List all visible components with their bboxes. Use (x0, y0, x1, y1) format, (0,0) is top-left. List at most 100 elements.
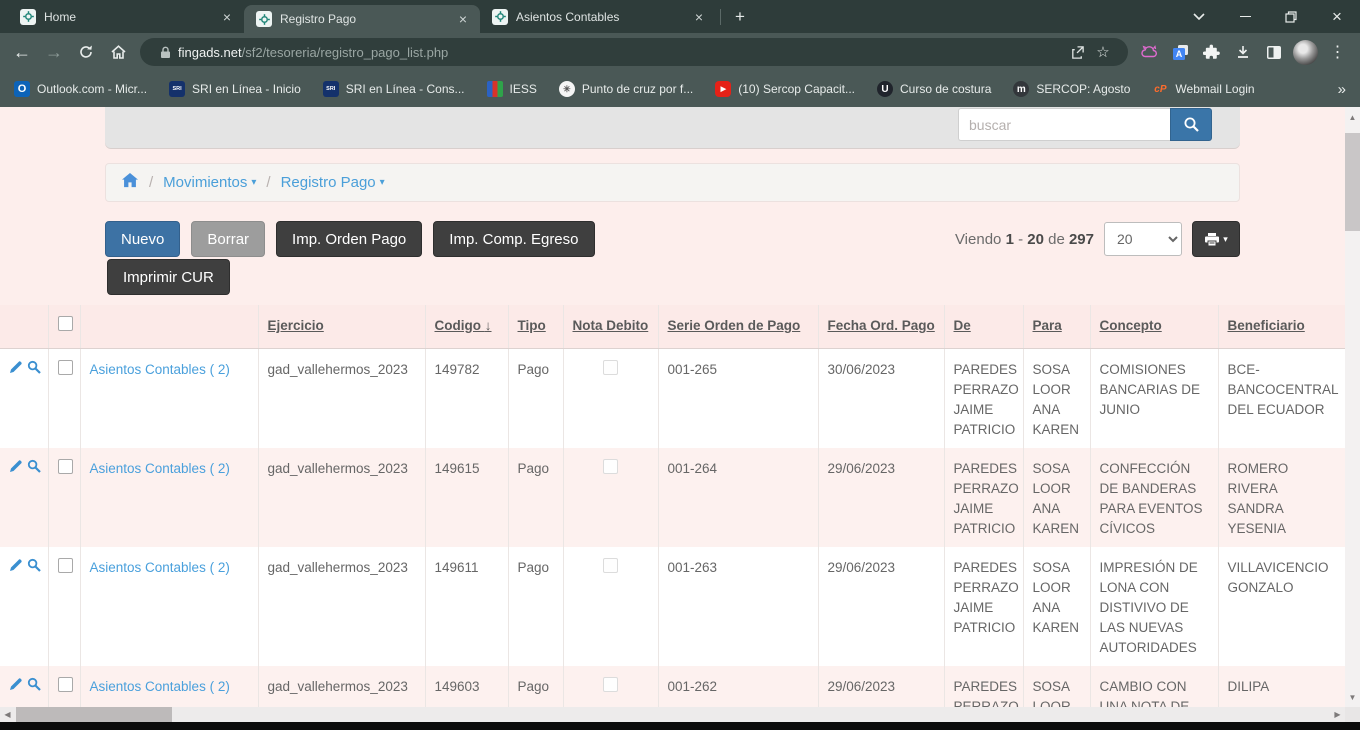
new-tab-button[interactable]: + (725, 7, 755, 27)
bookmark-iess[interactable]: IESS (487, 81, 537, 97)
header-para[interactable]: Para (1023, 305, 1090, 348)
paging-status: Viendo 1 - 20 de 297 (955, 231, 1094, 248)
nuevo-button[interactable]: Nuevo (105, 221, 180, 257)
bookmarks-overflow-icon[interactable]: » (1338, 81, 1346, 98)
back-icon[interactable]: ← (6, 36, 38, 68)
view-icon[interactable] (27, 360, 41, 380)
view-icon[interactable] (27, 677, 41, 697)
asientos-contables-link[interactable]: Asientos Contables ( 2) (90, 362, 230, 377)
header-panel (105, 107, 1240, 148)
bookmark-sercop-youtube[interactable]: ▶(10) Sercop Capacit... (715, 81, 855, 97)
page-size-select[interactable]: 20 (1104, 222, 1182, 256)
bookmark-curso-costura[interactable]: UCurso de costura (877, 81, 991, 97)
borrar-button[interactable]: Borrar (191, 221, 265, 257)
header-beneficiario[interactable]: Beneficiario (1218, 305, 1345, 348)
cell-serie: 001-264 (658, 448, 818, 547)
header-codigo[interactable]: Codigo ↓ (425, 305, 508, 348)
asientos-contables-link[interactable]: Asientos Contables ( 2) (90, 560, 230, 575)
bookmark-label: Curso de costura (900, 82, 991, 96)
horizontal-scrollbar[interactable]: ◀ ▶ (0, 707, 1345, 722)
tab-asientos-contables[interactable]: Asientos Contables × (480, 0, 716, 33)
side-panel-icon[interactable] (1258, 36, 1289, 68)
row-checkbox[interactable] (58, 677, 73, 692)
imp-orden-pago-button[interactable]: Imp. Orden Pago (276, 221, 422, 257)
cell-tipo: Pago (508, 666, 563, 708)
tab-registro-pago[interactable]: Registro Pago × (244, 5, 480, 33)
downloads-icon[interactable] (1227, 36, 1258, 68)
close-window-button[interactable]: × (1314, 0, 1360, 33)
view-icon[interactable] (27, 558, 41, 578)
scroll-right-icon[interactable]: ▶ (1330, 707, 1345, 722)
lock-icon[interactable] (152, 39, 178, 65)
asientos-contables-link[interactable]: Asientos Contables ( 2) (90, 461, 230, 476)
search-group (958, 108, 1212, 141)
tab-search-icon[interactable] (1176, 0, 1222, 33)
header-fecha-ord-pago[interactable]: Fecha Ord. Pago (818, 305, 944, 348)
cell-para: SOSA LOOR (1023, 666, 1090, 708)
extensions-puzzle-icon[interactable] (1196, 36, 1227, 68)
share-icon[interactable] (1064, 39, 1090, 65)
search-input[interactable] (958, 108, 1170, 141)
forward-icon[interactable]: → (38, 36, 70, 68)
print-button[interactable]: ▾ (1192, 221, 1240, 257)
header-ejercicio[interactable]: Ejercicio (258, 305, 425, 348)
bookmark-sri-inicio[interactable]: SRISRI en Línea - Inicio (169, 81, 301, 97)
cell-tipo: Pago (508, 348, 563, 448)
cell-select (48, 348, 80, 448)
edit-icon[interactable] (9, 677, 23, 697)
search-button[interactable] (1170, 108, 1212, 141)
header-nota-debito[interactable]: Nota Debito (563, 305, 658, 348)
home-icon[interactable] (102, 36, 134, 68)
profile-avatar[interactable] (1293, 40, 1318, 65)
bookmark-sercop-agosto[interactable]: mSERCOP: Agosto (1013, 81, 1130, 97)
cell-select (48, 666, 80, 708)
edit-icon[interactable] (9, 459, 23, 479)
header-de[interactable]: De (944, 305, 1023, 348)
cell-de: PAREDES PERRAZO JAIME PATRICIO (944, 448, 1023, 547)
scroll-left-icon[interactable]: ◀ (0, 707, 15, 722)
cell-de: PAREDES PERRAZO JAIME PATRICIO (944, 348, 1023, 448)
minimize-button[interactable] (1222, 0, 1268, 33)
menu-kebab-icon[interactable]: ⋮ (1322, 36, 1353, 68)
bookmark-webmail[interactable]: cPWebmail Login (1152, 81, 1254, 97)
translate-extension-icon[interactable]: A (1165, 36, 1196, 68)
breadcrumb-registro-pago[interactable]: Registro Pago▾ (281, 174, 385, 191)
breadcrumb-movimientos[interactable]: Movimientos▾ (163, 174, 256, 191)
horizontal-scrollbar-thumb[interactable] (16, 707, 172, 722)
edit-icon[interactable] (9, 558, 23, 578)
cell-codigo: 149782 (425, 348, 508, 448)
bookmark-outlook[interactable]: OOutlook.com - Micr... (14, 81, 147, 97)
restore-button[interactable] (1268, 0, 1314, 33)
youtube-icon: ▶ (715, 81, 731, 97)
bookmark-sri-consultas[interactable]: SRISRI en Línea - Cons... (323, 81, 465, 97)
bookmark-star-icon[interactable]: ☆ (1090, 39, 1116, 65)
vertical-scrollbar[interactable]: ▲ ▼ (1345, 107, 1360, 707)
header-serie-orden-pago[interactable]: Serie Orden de Pago (658, 305, 818, 348)
breadcrumb-home-icon[interactable] (122, 173, 139, 192)
tab-home[interactable]: Home × (8, 0, 244, 33)
row-checkbox[interactable] (58, 360, 73, 375)
vertical-scrollbar-thumb[interactable] (1345, 133, 1360, 231)
view-icon[interactable] (27, 459, 41, 479)
tab-close-icon[interactable]: × (692, 9, 706, 25)
asientos-contables-link[interactable]: Asientos Contables ( 2) (90, 679, 230, 694)
tab-separator (720, 9, 721, 25)
bookmark-punto-cruz[interactable]: ✳Punto de cruz por f... (559, 81, 693, 97)
scroll-up-icon[interactable]: ▲ (1345, 109, 1360, 125)
reload-icon[interactable] (70, 36, 102, 68)
row-checkbox[interactable] (58, 459, 73, 474)
header-select-all (48, 305, 80, 348)
select-all-checkbox[interactable] (58, 316, 73, 331)
cloud-extension-icon[interactable] (1134, 36, 1165, 68)
tab-close-icon[interactable]: × (456, 11, 470, 27)
scroll-down-icon[interactable]: ▼ (1345, 689, 1360, 705)
address-bar[interactable]: fingads.net/sf2/tesoreria/registro_pago_… (140, 38, 1128, 66)
row-checkbox[interactable] (58, 558, 73, 573)
header-tipo[interactable]: Tipo (508, 305, 563, 348)
edit-icon[interactable] (9, 360, 23, 380)
imp-comp-egreso-button[interactable]: Imp. Comp. Egreso (433, 221, 594, 257)
imprimir-cur-button[interactable]: Imprimir CUR (107, 259, 230, 295)
tab-close-icon[interactable]: × (220, 9, 234, 25)
cell-asientos: Asientos Contables ( 2) (80, 666, 258, 708)
header-concepto[interactable]: Concepto (1090, 305, 1218, 348)
